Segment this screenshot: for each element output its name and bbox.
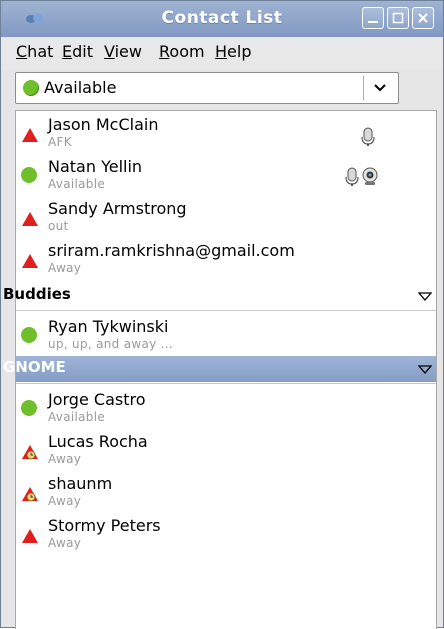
contact-list-window: Contact List Chat Edit View Room Help Av… — [0, 0, 444, 629]
microphone-icon — [361, 127, 375, 146]
contact-row[interactable]: Stormy Peters Away — [16, 516, 436, 558]
minimize-button[interactable] — [362, 7, 384, 29]
contact-name: Jorge Castro — [48, 390, 146, 409]
contact-name: sriram.ramkrishna@gmail.com — [48, 241, 295, 260]
contact-row[interactable]: Sandy Armstrong out — [16, 199, 436, 241]
away-status-icon — [22, 212, 38, 226]
contact-status: Away — [48, 494, 82, 508]
menu-view[interactable]: View — [104, 42, 142, 61]
presence-selected: Available — [44, 78, 117, 97]
group-divider — [16, 383, 436, 384]
dropdown-separator — [363, 76, 364, 100]
title-bar[interactable]: Contact List — [1, 1, 443, 37]
menu-chat[interactable]: Chat — [16, 42, 53, 61]
contact-row[interactable]: sriram.ramkrishna@gmail.com Away — [16, 241, 436, 283]
contact-name: Ryan Tykwinski — [48, 317, 169, 336]
contact-row[interactable]: Ryan Tykwinski up, up, and away ... — [16, 317, 436, 359]
close-icon — [418, 13, 428, 23]
contact-status: Available — [48, 177, 106, 191]
maximize-icon — [392, 12, 404, 24]
contact-name: Natan Yellin — [48, 157, 143, 176]
contact-name: Sandy Armstrong — [48, 199, 187, 218]
contact-row[interactable]: Natan Yellin Available — [16, 157, 436, 199]
contact-status: out — [48, 219, 69, 233]
contact-list[interactable]: Jason McClain AFK Natan Yellin Available — [3, 110, 437, 629]
contact-status: Away — [48, 536, 82, 550]
contact-name: Stormy Peters — [48, 516, 161, 535]
minimize-icon — [368, 21, 378, 23]
group-header-buddies[interactable]: Buddies — [3, 283, 436, 309]
menu-bar: Chat Edit View Room Help — [1, 37, 443, 69]
group-name: Buddies — [3, 285, 71, 303]
away-idle-status-icon — [22, 487, 38, 502]
contact-status: Available — [48, 410, 106, 424]
away-idle-status-icon — [22, 445, 38, 460]
available-status-icon — [21, 327, 37, 343]
away-status-icon — [22, 254, 38, 268]
group-name: GNOME — [3, 358, 66, 376]
contact-row[interactable]: Jason McClain AFK — [16, 115, 436, 157]
away-status-icon — [22, 128, 38, 142]
contact-name: shaunm — [48, 474, 113, 493]
contact-name: Lucas Rocha — [48, 432, 148, 451]
group-divider — [16, 310, 436, 311]
menu-edit[interactable]: Edit — [62, 42, 93, 61]
webcam-icon — [362, 167, 378, 185]
microphone-icon — [345, 167, 359, 186]
available-status-icon — [23, 80, 39, 96]
contact-status: Away — [48, 452, 82, 466]
contact-status: up, up, and away ... — [48, 337, 173, 351]
presence-selector[interactable]: Available — [15, 72, 399, 104]
away-status-icon — [22, 529, 38, 543]
contact-name: Jason McClain — [48, 115, 159, 134]
chevron-down-icon[interactable] — [373, 83, 387, 93]
available-status-icon — [21, 167, 37, 183]
group-header-gnome[interactable]: GNOME — [3, 356, 436, 382]
menu-room[interactable]: Room — [159, 42, 205, 61]
available-status-icon — [21, 400, 37, 416]
expander-arrow-icon[interactable] — [418, 365, 432, 374]
close-button[interactable] — [412, 7, 434, 29]
maximize-button[interactable] — [387, 7, 409, 29]
menu-help[interactable]: Help — [215, 42, 251, 61]
expander-arrow-icon[interactable] — [418, 292, 432, 301]
contact-status: AFK — [48, 135, 72, 149]
contact-row[interactable]: Lucas Rocha Away — [16, 432, 436, 474]
contact-row[interactable]: Jorge Castro Available — [16, 390, 436, 432]
contact-status: Away — [48, 261, 82, 275]
contact-row[interactable]: shaunm Away — [16, 474, 436, 516]
